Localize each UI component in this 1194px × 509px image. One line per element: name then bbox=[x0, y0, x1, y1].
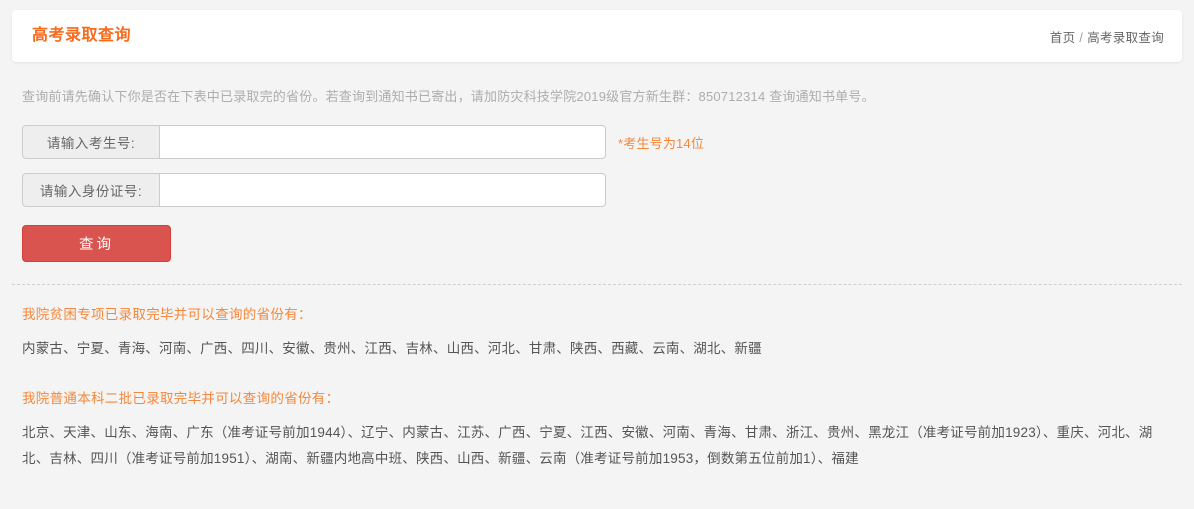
notice-poverty-program: 我院贫困专项已录取完毕并可以查询的省份有： 内蒙古、宁夏、青海、河南、广西、四川… bbox=[22, 305, 1164, 363]
breadcrumb-separator: / bbox=[1079, 30, 1084, 45]
notice-province-list: 内蒙古、宁夏、青海、河南、广西、四川、安徽、贵州、江西、吉林、山西、河北、甘肃、… bbox=[22, 341, 762, 357]
main-content: 查询前请先确认下你是否在下表中已录取完的省份。若查询到通知书已寄出，请加防灾科技… bbox=[0, 72, 1194, 473]
notice-province-list: 北京、天津、山东、海南、广东（准考证号前加1944）、辽宁、内蒙古、江苏、广西、… bbox=[22, 425, 1153, 467]
notice-heading: 我院普通本科二批已录取完毕并可以查询的省份有： bbox=[22, 390, 340, 406]
intro-instructions: 查询前请先确认下你是否在下表中已录取完的省份。若查询到通知书已寄出，请加防灾科技… bbox=[22, 89, 875, 104]
page-root: 高考录取查询 首页 / 高考录取查询 查询前请先确认下你是否在下表中已录取完的省份。… bbox=[0, 0, 1194, 509]
notice-undergraduate-batch2: 我院普通本科二批已录取完毕并可以查询的省份有： 北京、天津、山东、海南、广东（准… bbox=[22, 389, 1164, 473]
notice-heading: 我院贫困专项已录取完毕并可以查询的省份有： bbox=[22, 307, 312, 323]
page-header: 高考录取查询 首页 / 高考录取查询 bbox=[12, 10, 1182, 62]
breadcrumb-current: 高考录取查询 bbox=[1087, 30, 1164, 45]
exam-number-input[interactable] bbox=[159, 125, 606, 160]
breadcrumb-home-link[interactable]: 首页 bbox=[1050, 31, 1076, 45]
form-row-exam-number: 请输入考生号: *考生号为14位 bbox=[22, 125, 1194, 160]
submit-row: 查询 bbox=[22, 225, 1194, 263]
form-row-id-number: 请输入身份证号: bbox=[22, 173, 1194, 208]
section-divider bbox=[12, 284, 1182, 286]
id-number-input-group: 请输入身份证号: bbox=[22, 173, 606, 208]
breadcrumb: 首页 / 高考录取查询 bbox=[1050, 27, 1164, 46]
id-number-input[interactable] bbox=[159, 173, 606, 208]
exam-number-label: 请输入考生号: bbox=[22, 125, 159, 160]
query-form: 请输入考生号: *考生号为14位 请输入身份证号: 查询 bbox=[22, 125, 1194, 263]
id-number-label: 请输入身份证号: bbox=[22, 173, 159, 208]
exam-number-hint: *考生号为14位 bbox=[618, 135, 705, 151]
exam-number-input-group: 请输入考生号: bbox=[22, 125, 606, 160]
page-title: 高考录取查询 bbox=[32, 27, 132, 44]
query-submit-button[interactable]: 查询 bbox=[22, 225, 171, 263]
